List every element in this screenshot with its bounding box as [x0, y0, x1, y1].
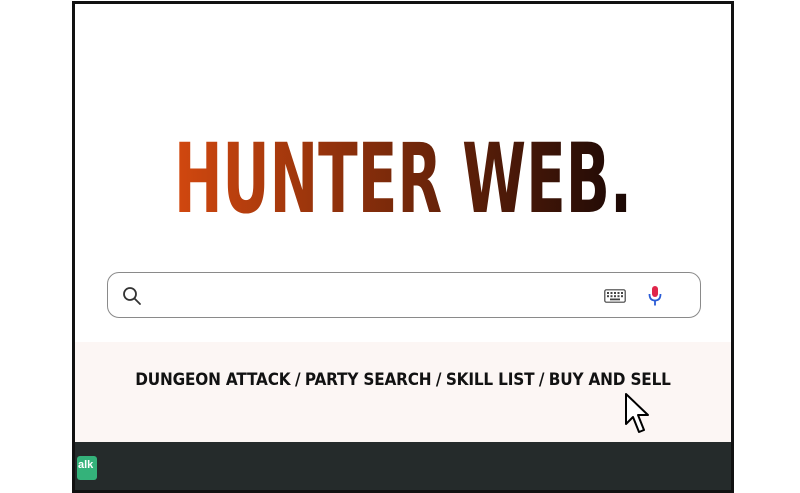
search-input[interactable]	[152, 281, 596, 311]
nav-separator: /	[538, 370, 545, 390]
nav-link-skill-list[interactable]: SKILL LIST	[446, 370, 535, 390]
cursor-icon	[625, 393, 649, 433]
search-bar[interactable]	[107, 272, 701, 318]
taskbar: alk	[75, 442, 731, 490]
mic-icon[interactable]	[647, 285, 663, 307]
logo-text: HUNTER WEB.	[174, 123, 632, 232]
nav-links: DUNGEON ATTACK / PARTY SEARCH / SKILL LIST / B…	[108, 370, 698, 390]
keyboard-icon[interactable]	[604, 289, 626, 303]
nav-link-dungeon-attack[interactable]: DUNGEON ATTACK	[135, 370, 290, 390]
talk-app-icon[interactable]: alk	[77, 456, 97, 480]
site-logo: HUNTER WEB.	[75, 92, 731, 232]
nav-separator: /	[294, 370, 301, 390]
search-icon[interactable]	[122, 286, 142, 306]
nav-link-buy-and-sell[interactable]: BUY AND SELL	[549, 370, 671, 390]
nav-separator: /	[435, 370, 442, 390]
nav-link-party-search[interactable]: PARTY SEARCH	[305, 370, 432, 390]
browser-window: HUNTER WEB. DUNGEON ATTACK / PARTY SEARC…	[72, 1, 734, 493]
